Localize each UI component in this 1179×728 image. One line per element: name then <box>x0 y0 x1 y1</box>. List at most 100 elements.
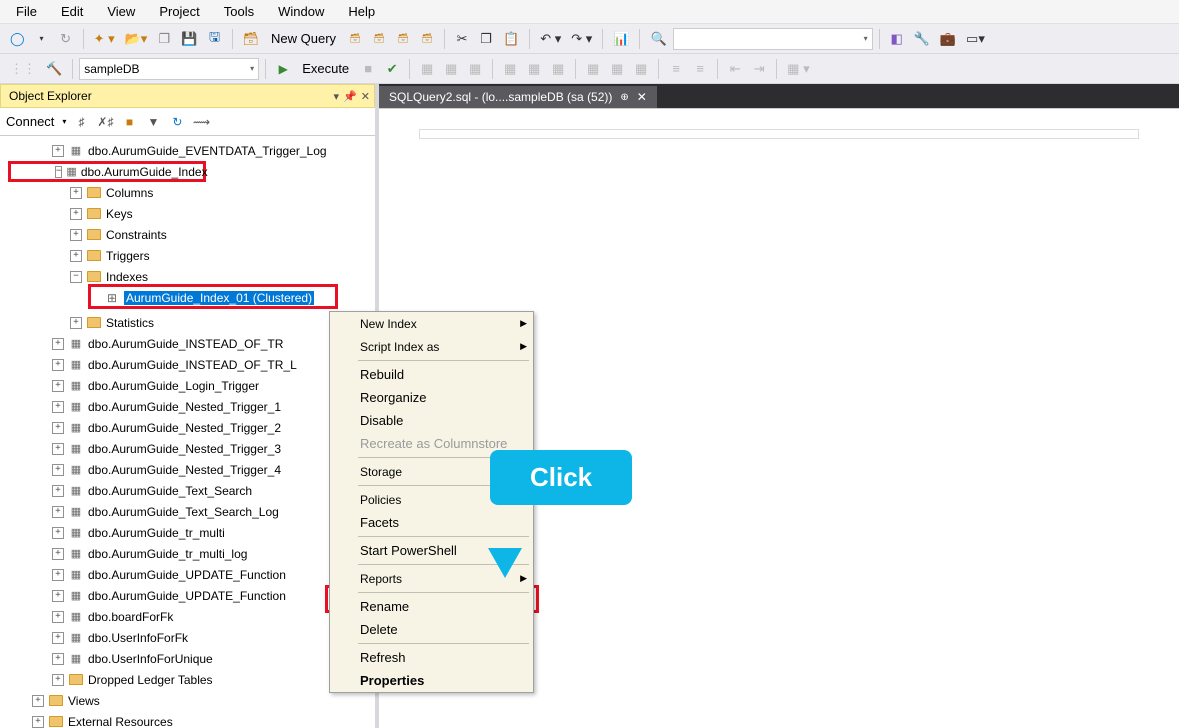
search-combo[interactable]: ▾ <box>673 28 873 50</box>
folder-statistics[interactable]: +Statistics <box>12 312 375 333</box>
table-row[interactable]: +dbo.boardForFk <box>12 606 375 627</box>
new-item-button[interactable]: ✦ ▾ <box>90 28 119 50</box>
nav-dropdown-button[interactable]: ▾ <box>31 28 53 50</box>
dmx-icon[interactable]: 🗃 <box>368 28 390 50</box>
menu-tools[interactable]: Tools <box>212 0 266 23</box>
index-item-selected[interactable]: +AurumGuide_Index_01 (Clustered) <box>12 287 375 308</box>
ext2-button[interactable]: 🔧 <box>910 28 934 50</box>
table-row-highlighted[interactable]: −dbo.AurumGuide_Index <box>8 161 206 182</box>
table-row[interactable]: +dbo.AurumGuide_Nested_Trigger_3 <box>12 438 375 459</box>
database-combo[interactable]: sampleDB▾ <box>79 58 259 80</box>
table-row[interactable]: +dbo.AurumGuide_Nested_Trigger_4 <box>12 459 375 480</box>
table-row[interactable]: +dbo.AurumGuide_INSTEAD_OF_TR_L <box>12 354 375 375</box>
connect-stop[interactable]: ■ <box>120 113 138 131</box>
dax-icon[interactable]: 🗃 <box>416 28 438 50</box>
menu-edit[interactable]: Edit <box>49 0 95 23</box>
save-all-button[interactable]: 🖫 <box>204 28 226 50</box>
menu-help[interactable]: Help <box>336 0 387 23</box>
menu-file[interactable]: File <box>4 0 49 23</box>
ctx-script-index[interactable]: Script Index as▶ <box>330 335 533 358</box>
q-misc1[interactable]: ▦ <box>416 58 438 80</box>
table-row[interactable]: +dbo.AurumGuide_UPDATE_Function <box>12 585 375 606</box>
connect-activity[interactable]: ⟿ <box>192 113 210 131</box>
mdx-icon[interactable]: 🗃 <box>344 28 366 50</box>
ctx-disable[interactable]: Disable <box>330 409 533 432</box>
menu-view[interactable]: View <box>95 0 147 23</box>
ext4-button[interactable]: ▭▾ <box>962 28 989 50</box>
new-query-button[interactable]: New Query <box>265 31 342 46</box>
connect-icon1[interactable]: ♯ <box>72 113 90 131</box>
table-row[interactable]: +dbo.UserInfoForFk <box>12 627 375 648</box>
q-indent1[interactable]: ≡ <box>665 58 687 80</box>
ctx-rebuild[interactable]: Rebuild <box>330 363 533 386</box>
chart-button[interactable]: 📊 <box>609 28 633 50</box>
db-icon[interactable]: 🗃 <box>239 28 264 50</box>
q-indent2[interactable]: ≡ <box>689 58 711 80</box>
panel-pin-icon[interactable]: 📌 <box>343 90 357 103</box>
table-row[interactable]: +dbo.AurumGuide_INSTEAD_OF_TR <box>12 333 375 354</box>
table-row[interactable]: +dbo.AurumGuide_EVENTDATA_Trigger_Log <box>12 140 375 161</box>
connect-icon2[interactable]: ✗♯ <box>96 113 114 131</box>
folder-constraints[interactable]: +Constraints <box>12 224 375 245</box>
ctx-properties[interactable]: Properties <box>330 669 533 692</box>
connect-filter[interactable]: ▼ <box>144 113 162 131</box>
menu-project[interactable]: Project <box>147 0 211 23</box>
execute-button[interactable]: ▶ <box>272 58 294 80</box>
q-indent3[interactable]: ⇤ <box>724 58 746 80</box>
nav-back-button[interactable]: ◯ <box>6 28 29 50</box>
q-misc4[interactable]: ▦ <box>499 58 521 80</box>
copy-button[interactable]: ❐ <box>153 28 175 50</box>
table-row[interactable]: +dbo.AurumGuide_Text_Search <box>12 480 375 501</box>
undo-button[interactable]: ↶ ▾ <box>536 28 565 50</box>
q-indent4[interactable]: ⇥ <box>748 58 770 80</box>
table-row[interactable]: +dbo.AurumGuide_Nested_Trigger_2 <box>12 417 375 438</box>
table-row[interactable]: +dbo.AurumGuide_UPDATE_Function <box>12 564 375 585</box>
q-btn2[interactable]: 🔨 <box>42 58 66 80</box>
folder-views[interactable]: +Views <box>12 690 375 711</box>
ctx-reorganize[interactable]: Reorganize <box>330 386 533 409</box>
folder-dropped[interactable]: +Dropped Ledger Tables <box>12 669 375 690</box>
q-last[interactable]: ▦ ▾ <box>783 58 813 80</box>
nav-fwd-button[interactable]: ↻ <box>55 28 77 50</box>
q-misc5[interactable]: ▦ <box>523 58 545 80</box>
table-row[interactable]: +dbo.AurumGuide_Text_Search_Log <box>12 501 375 522</box>
xmla-icon[interactable]: 🗃 <box>392 28 414 50</box>
save-button[interactable]: 💾 <box>177 28 201 50</box>
ctx-refresh[interactable]: Refresh <box>330 646 533 669</box>
cut-button[interactable]: ✂ <box>451 28 473 50</box>
folder-triggers[interactable]: +Triggers <box>12 245 375 266</box>
connect-refresh[interactable]: ↻ <box>168 113 186 131</box>
q-misc2[interactable]: ▦ <box>440 58 462 80</box>
stop-button[interactable]: ■ <box>357 58 379 80</box>
table-row[interactable]: +dbo.AurumGuide_Login_Trigger <box>12 375 375 396</box>
paste-button[interactable]: 📋 <box>499 28 523 50</box>
folder-keys[interactable]: +Keys <box>12 203 375 224</box>
execute-label[interactable]: Execute <box>296 61 355 76</box>
redo-button[interactable]: ↷ ▾ <box>567 28 596 50</box>
ext3-button[interactable]: 💼 <box>936 28 960 50</box>
panel-close-icon[interactable]: ✕ <box>361 90 370 103</box>
folder-columns[interactable]: +Columns <box>12 182 375 203</box>
check-button[interactable]: ✔ <box>381 58 403 80</box>
table-row[interactable]: +dbo.AurumGuide_Nested_Trigger_1 <box>12 396 375 417</box>
q-misc3[interactable]: ▦ <box>464 58 486 80</box>
ctx-rename[interactable]: Rename <box>330 595 533 618</box>
panel-dropdown-icon[interactable]: ▾ <box>334 90 340 103</box>
ext1-button[interactable]: ◧ <box>886 28 908 50</box>
ctx-delete[interactable]: Delete <box>330 618 533 641</box>
table-row[interactable]: +dbo.UserInfoForUnique <box>12 648 375 669</box>
search-icon[interactable]: 🔍 <box>646 28 670 50</box>
tree[interactable]: +dbo.AurumGuide_EVENTDATA_Trigger_Log −d… <box>0 136 375 728</box>
q-misc7[interactable]: ▦ <box>582 58 604 80</box>
q-misc6[interactable]: ▦ <box>547 58 569 80</box>
table-row[interactable]: +dbo.AurumGuide_tr_multi <box>12 522 375 543</box>
tab-close-icon[interactable]: ✕ <box>637 90 647 104</box>
tab-active[interactable]: SQLQuery2.sql - (lo....sampleDB (sa (52)… <box>379 86 657 108</box>
table-row[interactable]: +dbo.AurumGuide_tr_multi_log <box>12 543 375 564</box>
folder-external[interactable]: +External Resources <box>12 711 375 728</box>
open-button[interactable]: 📂▾ <box>121 28 152 50</box>
connect-button[interactable]: Connect <box>6 114 56 129</box>
q-misc8[interactable]: ▦ <box>606 58 628 80</box>
q-btn1[interactable]: ⋮⋮ <box>6 58 40 80</box>
copy2-button[interactable]: ❐ <box>475 28 497 50</box>
